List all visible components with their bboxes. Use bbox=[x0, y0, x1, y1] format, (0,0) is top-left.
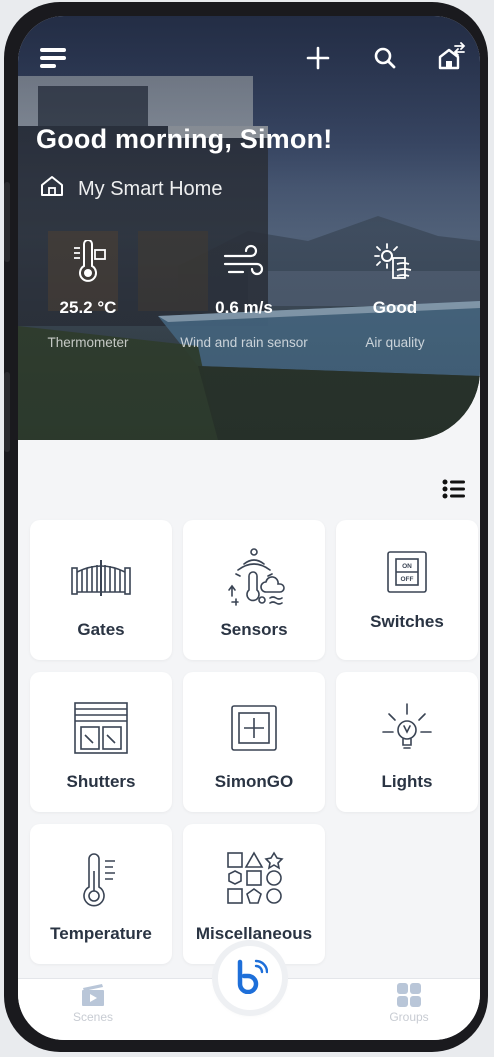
tile-label: Sensors bbox=[220, 620, 288, 639]
voice-assistant-button[interactable] bbox=[218, 946, 282, 1010]
nav-groups-label: Groups bbox=[389, 1010, 429, 1024]
tile-gates[interactable]: Gates bbox=[30, 520, 172, 660]
phone-frame: Good morning, Simon! My Smart Home 25.2 … bbox=[4, 2, 488, 1052]
home-switch-icon[interactable] bbox=[436, 42, 466, 77]
light-bulb-icon bbox=[336, 698, 478, 758]
shutter-icon bbox=[30, 698, 172, 758]
hero-overlay bbox=[18, 16, 480, 440]
tile-label: SimonGO bbox=[214, 772, 294, 791]
stat-value: Good bbox=[372, 298, 418, 317]
tile-label: Temperature bbox=[50, 924, 152, 943]
air-quality-icon bbox=[330, 238, 460, 284]
plus-icon[interactable] bbox=[306, 46, 330, 75]
tile-temperature[interactable]: Temperature bbox=[30, 824, 172, 964]
nav-scenes-label: Scenes bbox=[72, 1010, 114, 1024]
tile-label: Lights bbox=[381, 772, 433, 791]
hamburger-menu-icon[interactable] bbox=[40, 46, 68, 75]
volume-up-button bbox=[4, 182, 10, 262]
stat-air-quality[interactable]: Good Air quality bbox=[330, 238, 460, 351]
stat-value: 0.6 m/s bbox=[215, 298, 273, 317]
shapes-icon bbox=[183, 850, 325, 910]
temperature-icon bbox=[30, 850, 172, 910]
thermometer-icon bbox=[23, 238, 153, 284]
stat-thermometer[interactable]: 25.2 °C Thermometer bbox=[23, 238, 153, 351]
tile-label: Miscellaneous bbox=[195, 924, 313, 943]
home-selector[interactable]: My Smart Home bbox=[40, 174, 222, 204]
switch-off-text: OFF bbox=[401, 576, 414, 583]
tile-miscellaneous[interactable]: Miscellaneous bbox=[183, 824, 325, 964]
wind-icon bbox=[179, 238, 309, 284]
stat-caption: Thermometer bbox=[47, 335, 129, 350]
home-name: My Smart Home bbox=[78, 177, 223, 200]
stat-caption: Wind and rain sensor bbox=[180, 335, 308, 350]
stat-value: 25.2 °C bbox=[59, 298, 117, 317]
tile-simongo[interactable]: SimonGO bbox=[183, 672, 325, 812]
nav-groups[interactable]: Groups bbox=[364, 978, 454, 1024]
list-view-icon[interactable] bbox=[442, 478, 466, 505]
scenes-icon bbox=[48, 978, 138, 1008]
switch-on-text: ON bbox=[402, 563, 412, 570]
tile-shutters[interactable]: Shutters bbox=[30, 672, 172, 812]
tile-lights[interactable]: Lights bbox=[336, 672, 478, 812]
hero-banner: Good morning, Simon! My Smart Home 25.2 … bbox=[18, 16, 480, 440]
tile-label: Shutters bbox=[66, 772, 136, 791]
voice-assistant-icon bbox=[232, 958, 269, 999]
stat-wind-rain[interactable]: 0.6 m/s Wind and rain sensor bbox=[179, 238, 309, 351]
volume-down-button bbox=[4, 372, 10, 452]
tile-switches[interactable]: ON OFF Switches bbox=[336, 520, 478, 660]
groups-icon bbox=[364, 978, 454, 1008]
nav-scenes[interactable]: Scenes bbox=[48, 978, 138, 1024]
sensors-icon bbox=[183, 546, 325, 606]
stat-caption: Air quality bbox=[365, 335, 425, 350]
simongo-icon bbox=[183, 698, 325, 758]
tile-label: Gates bbox=[77, 620, 125, 639]
greeting-heading: Good morning, Simon! bbox=[36, 124, 333, 154]
home-icon bbox=[40, 174, 64, 204]
tile-sensors[interactable]: Sensors bbox=[183, 520, 325, 660]
search-icon[interactable] bbox=[373, 46, 397, 75]
gate-icon bbox=[30, 546, 172, 606]
switch-icon: ON OFF bbox=[336, 542, 478, 602]
app-screen: Good morning, Simon! My Smart Home 25.2 … bbox=[18, 16, 480, 1040]
tile-label: Switches bbox=[370, 612, 444, 631]
